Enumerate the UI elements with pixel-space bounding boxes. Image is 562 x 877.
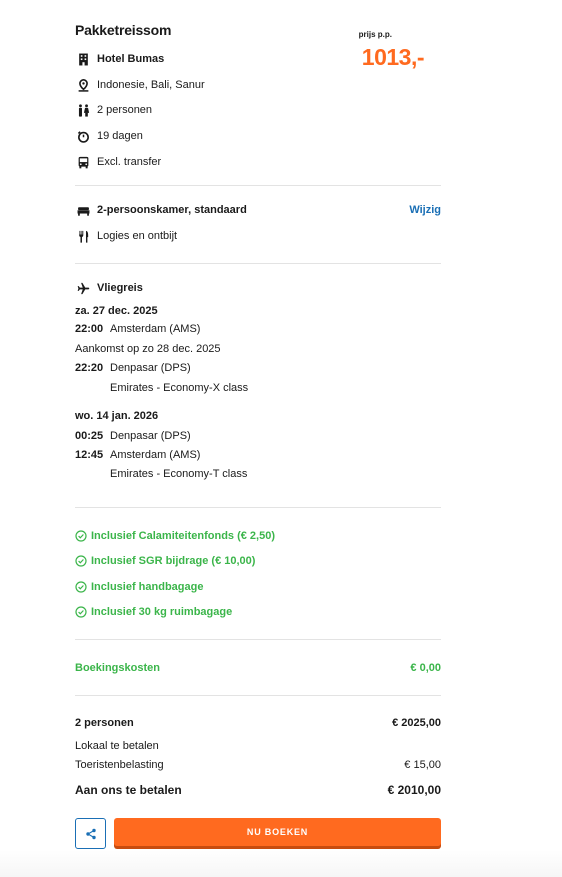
price-per-person-label: prijs p.p. <box>358 30 392 39</box>
divider <box>75 185 441 186</box>
inclusion-item: Inclusief handbagage <box>75 579 203 595</box>
duration-text: 19 dagen <box>97 130 143 142</box>
divider <box>75 263 441 264</box>
check-circle-icon <box>75 581 87 593</box>
transfer-row: Excl. transfer <box>75 154 161 170</box>
inbound-date: wo. 14 jan. 2026 <box>75 410 159 422</box>
tourist-tax-row: Toeristenbelasting € 15,00 <box>75 757 441 773</box>
board-row: Logies en ontbijt <box>75 228 177 244</box>
departure-airport: Denpasar (DPS) <box>110 430 191 442</box>
inclusion-text: Inclusief 30 kg ruimbagage <box>91 606 233 618</box>
transfer-text: Excl. transfer <box>97 156 162 168</box>
inclusion-text: Inclusief SGR bijdrage (€ 10,00) <box>91 555 256 567</box>
book-now-button[interactable]: NU BOEKEN <box>114 818 441 846</box>
bed-icon <box>75 202 91 218</box>
local-payment-label: Lokaal te betalen <box>75 740 159 752</box>
inbound-departure: 00:25 Denpasar (DPS) <box>75 428 191 444</box>
room-row: 2-persoonskamer, standaard <box>75 202 247 218</box>
arrival-time: 22:20 <box>75 362 104 374</box>
room-type: 2-persoonskamer, standaard <box>97 204 247 216</box>
persons-icon <box>75 102 91 118</box>
tourist-tax-label: Toeristenbelasting <box>75 759 164 771</box>
divider <box>75 695 441 696</box>
inclusion-item: Inclusief SGR bijdrage (€ 10,00) <box>75 553 255 569</box>
flight-title: Vliegreis <box>97 282 143 294</box>
inbound-arrival: 12:45 Amsterdam (AMS) <box>75 447 200 463</box>
hotel-name: Hotel Bumas <box>97 53 165 65</box>
amount-due-label: Aan ons te betalen <box>75 783 182 797</box>
check-circle-icon <box>75 555 87 567</box>
outbound-carrier: Emirates - Economy-X class <box>110 382 249 394</box>
share-icon <box>85 828 97 840</box>
board-text: Logies en ontbijt <box>97 230 178 242</box>
location-text: Indonesie, Bali, Sanur <box>97 79 205 91</box>
persons-total-value: € 2025,00 <box>392 717 441 729</box>
check-circle-icon <box>75 530 87 542</box>
persons-total-row: 2 personen € 2025,00 <box>75 715 441 731</box>
arrival-airport: Denpasar (DPS) <box>110 362 191 374</box>
duration-row: 19 dagen <box>75 128 143 144</box>
inclusion-text: Inclusief handbagage <box>91 581 204 593</box>
location-pin-icon <box>75 77 91 93</box>
inclusion-item: Inclusief 30 kg ruimbagage <box>75 604 232 620</box>
building-icon <box>75 51 91 67</box>
outbound-departure: 22:00 Amsterdam (AMS) <box>75 321 200 337</box>
persons-row: 2 personen <box>75 102 152 118</box>
inclusion-text: Inclusief Calamiteitenfonds (€ 2,50) <box>91 530 275 542</box>
hotel-row: Hotel Bumas <box>75 51 164 67</box>
divider <box>75 507 441 508</box>
departure-airport: Amsterdam (AMS) <box>110 323 201 335</box>
cutlery-icon <box>75 228 91 244</box>
bus-icon <box>75 154 91 170</box>
package-title: Pakketreissom <box>75 22 172 38</box>
booking-costs-value: € 0,00 <box>410 662 441 674</box>
price-value: 1013,- <box>361 44 425 70</box>
booking-costs-label: Boekingskosten <box>75 662 160 674</box>
tourist-tax-value: € 15,00 <box>404 759 441 771</box>
amount-due-value: € 2010,00 <box>387 783 441 797</box>
outbound-date: za. 27 dec. 2025 <box>75 305 158 317</box>
share-button[interactable] <box>75 818 106 849</box>
arrival-note: Aankomst op zo 28 dec. 2025 <box>75 343 221 355</box>
amount-due-row: Aan ons te betalen € 2010,00 <box>75 782 441 798</box>
page-bottom-fade <box>0 850 562 877</box>
departure-time: 22:00 <box>75 323 104 335</box>
arrival-airport: Amsterdam (AMS) <box>110 449 201 461</box>
outbound-arrival: 22:20 Denpasar (DPS) <box>75 360 191 376</box>
local-payment-row: Lokaal te betalen <box>75 738 441 754</box>
arrival-time: 12:45 <box>75 449 104 461</box>
inbound-carrier: Emirates - Economy-T class <box>110 468 248 480</box>
location-row: Indonesie, Bali, Sanur <box>75 77 205 93</box>
divider <box>75 639 441 640</box>
persons-total-label: 2 personen <box>75 717 134 729</box>
airplane-icon <box>75 280 91 296</box>
inclusion-item: Inclusief Calamiteitenfonds (€ 2,50) <box>75 528 275 544</box>
flight-header: Vliegreis <box>75 280 143 296</box>
persons-text: 2 personen <box>97 104 153 116</box>
check-circle-icon <box>75 606 87 618</box>
departure-time: 00:25 <box>75 430 104 442</box>
change-room-link[interactable]: Wijzig <box>409 204 441 216</box>
stopwatch-icon <box>75 128 91 144</box>
booking-costs-row: Boekingskosten € 0,00 <box>75 660 441 676</box>
